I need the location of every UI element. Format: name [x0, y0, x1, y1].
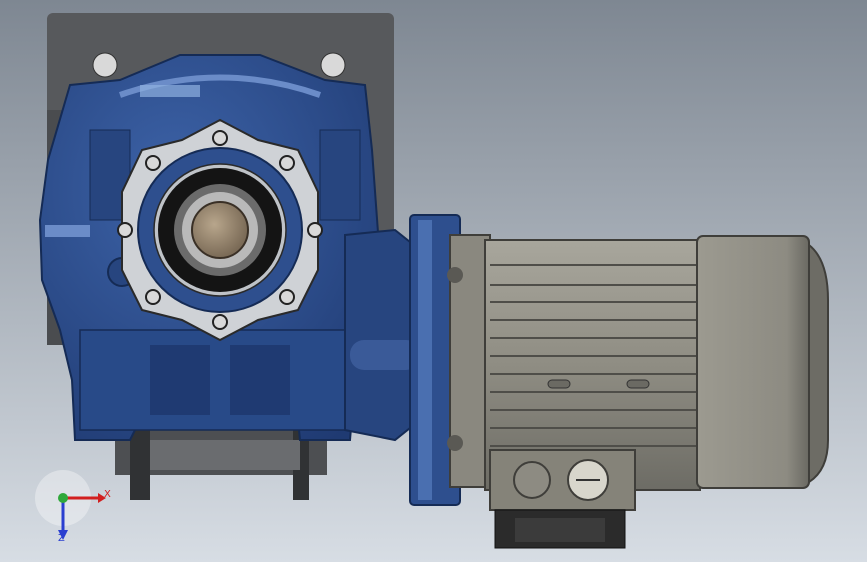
cable-gland-left	[513, 461, 551, 499]
mount-hole-top-right	[320, 52, 346, 78]
y-axis-marker	[58, 493, 68, 503]
mount-hole-top-left	[92, 52, 118, 78]
x-axis-label: X	[104, 489, 111, 500]
z-axis-label: Z	[58, 533, 65, 544]
output-flange[interactable]	[117, 118, 323, 342]
hollow-shaft-bore[interactable]	[191, 201, 249, 259]
gearmotor-scene: X Z	[0, 0, 867, 562]
terminal-box[interactable]	[489, 449, 636, 549]
motor-end-flange	[447, 234, 491, 488]
motor-fan-cover[interactable]	[696, 235, 829, 489]
cad-viewport[interactable]: X Z	[0, 0, 867, 562]
